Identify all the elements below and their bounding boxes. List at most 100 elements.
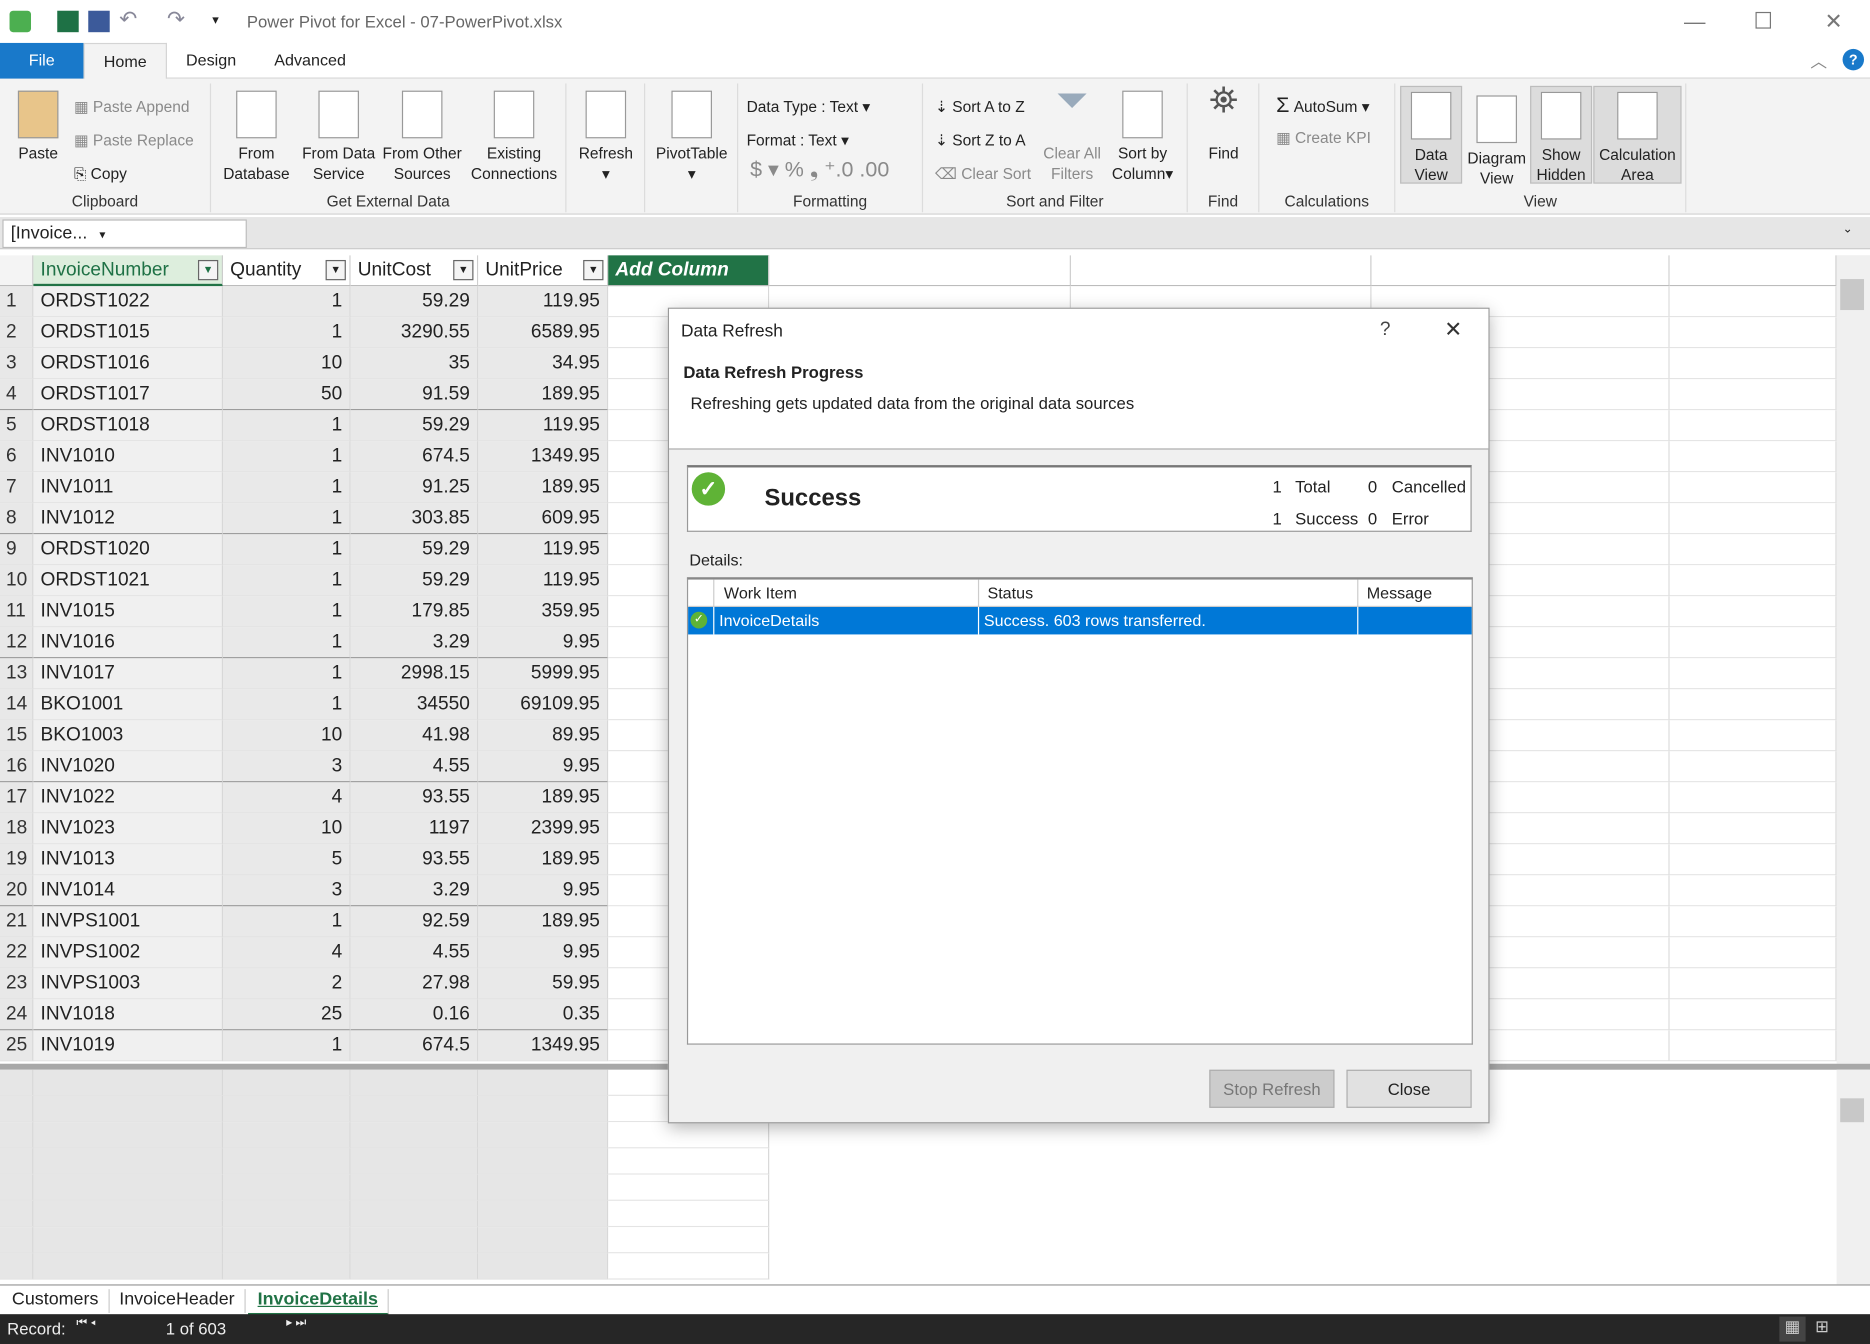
calc-cell[interactable] [0, 1148, 34, 1175]
row-number[interactable]: 7 [0, 472, 34, 504]
column-header[interactable]: InvoiceNumber ▼ [33, 255, 224, 287]
grid-cell[interactable]: INV1020 [33, 751, 224, 783]
row-number[interactable]: 17 [0, 782, 34, 814]
grid-cell[interactable]: 4 [223, 937, 351, 969]
paste-replace-button[interactable]: ▦ Paste Replace [74, 131, 194, 150]
sort-by-column-button[interactable]: Sort by Column▾ [1107, 90, 1179, 184]
close-window-button[interactable]: ✕ [1825, 10, 1843, 35]
calc-cell[interactable] [608, 1148, 770, 1175]
grid-cell[interactable]: 3.29 [350, 627, 479, 659]
name-box[interactable]: [Invoice... ▾ [2, 219, 247, 249]
grid-cell[interactable]: 9.95 [478, 937, 609, 969]
dialog-close-icon[interactable]: ✕ [1444, 317, 1462, 342]
diagram-view-button[interactable]: Diagram View [1465, 91, 1529, 189]
help-icon[interactable]: ? [1842, 48, 1865, 71]
tab-design[interactable]: Design [167, 43, 255, 79]
calc-cell[interactable] [0, 1095, 34, 1123]
calc-cell[interactable] [608, 1200, 770, 1228]
empty-cell[interactable] [1669, 379, 1837, 411]
grid-cell[interactable]: INV1018 [33, 999, 224, 1031]
calc-cell[interactable] [478, 1095, 609, 1123]
grid-cell[interactable]: 3 [223, 751, 351, 783]
calc-cell[interactable] [33, 1174, 224, 1201]
row-number[interactable]: 13 [0, 658, 34, 690]
grid-cell[interactable]: 1 [223, 1030, 351, 1062]
calc-cell[interactable] [350, 1095, 479, 1123]
grid-cell[interactable]: INVPS1002 [33, 937, 224, 969]
grid-cell[interactable]: INVPS1003 [33, 968, 224, 1000]
grid-cell[interactable]: 9.95 [478, 751, 609, 783]
grid-cell[interactable]: 59.29 [350, 534, 479, 566]
calc-cell[interactable] [478, 1069, 609, 1096]
calc-cell[interactable] [350, 1174, 479, 1201]
row-number[interactable]: 3 [0, 348, 34, 380]
calc-cell[interactable] [478, 1122, 609, 1149]
existing-connections-button[interactable]: Existing Connections [466, 90, 561, 184]
empty-cell[interactable] [1669, 472, 1837, 504]
stop-refresh-button[interactable]: Stop Refresh [1209, 1069, 1335, 1108]
grid-cell[interactable]: INV1015 [33, 596, 224, 628]
grid-cell[interactable]: 92.59 [350, 906, 479, 938]
grid-cell[interactable]: 5999.95 [478, 658, 609, 690]
grid-cell[interactable]: 0.35 [478, 999, 609, 1031]
paste-append-button[interactable]: ▦ Paste Append [74, 98, 190, 117]
grid-cell[interactable]: 3.29 [350, 875, 479, 907]
row-number[interactable]: 6 [0, 441, 34, 473]
grid-cell[interactable]: 9.95 [478, 627, 609, 659]
row-number[interactable]: 16 [0, 751, 34, 783]
grid-cell[interactable]: 119.95 [478, 534, 609, 566]
calc-cell[interactable] [608, 1174, 770, 1201]
calc-cell[interactable] [478, 1227, 609, 1254]
grid-cell[interactable]: INV1019 [33, 1030, 224, 1062]
first-record-button[interactable]: ⏮ ◂ [76, 1317, 95, 1330]
grid-cell[interactable]: 1 [223, 503, 351, 535]
calc-cell[interactable] [223, 1095, 351, 1123]
calc-cell[interactable] [608, 1227, 770, 1254]
empty-cell[interactable] [1669, 844, 1837, 876]
empty-cell[interactable] [1669, 534, 1837, 566]
redo-icon[interactable]: ↷ [167, 7, 185, 32]
grid-cell[interactable]: 10 [223, 720, 351, 752]
close-button[interactable]: Close [1346, 1069, 1472, 1108]
grid-cell[interactable]: ORDST1020 [33, 534, 224, 566]
grid-cell[interactable]: 4.55 [350, 937, 479, 969]
empty-cell[interactable] [1669, 906, 1837, 938]
calc-cell[interactable] [223, 1148, 351, 1175]
show-hidden-button[interactable]: Show Hidden [1530, 85, 1593, 184]
empty-cell[interactable] [1669, 627, 1837, 659]
row-number[interactable]: 23 [0, 968, 34, 1000]
empty-cell[interactable] [1669, 999, 1837, 1031]
row-number[interactable]: 19 [0, 844, 34, 876]
row-number[interactable]: 9 [0, 534, 34, 566]
customize-qat-icon[interactable]: ▾ [212, 12, 219, 27]
dialog-help-button[interactable]: ? [1380, 320, 1391, 341]
calc-cell[interactable] [478, 1200, 609, 1228]
row-number[interactable]: 2 [0, 317, 34, 349]
sheet-tab-invoiceheader[interactable]: InvoiceHeader [110, 1289, 246, 1313]
grid-cell[interactable]: 189.95 [478, 472, 609, 504]
sort-a-to-z-button[interactable]: ⇣ Sort A to Z [935, 98, 1025, 117]
empty-cell[interactable] [1669, 689, 1837, 721]
calc-cell[interactable] [0, 1174, 34, 1201]
undo-icon[interactable]: ↶ [119, 7, 137, 32]
row-number[interactable]: 8 [0, 503, 34, 535]
col-message[interactable]: Message [1357, 579, 1471, 608]
calc-cell[interactable] [350, 1253, 479, 1280]
grid-cell[interactable]: INV1023 [33, 813, 224, 845]
empty-cell[interactable] [1669, 658, 1837, 690]
calc-cell[interactable] [33, 1227, 224, 1254]
grid-cell[interactable]: 27.98 [350, 968, 479, 1000]
calc-area-scrollbar[interactable] [1836, 1069, 1870, 1285]
grid-cell[interactable]: ORDST1018 [33, 410, 224, 442]
grid-cell[interactable]: 93.55 [350, 782, 479, 814]
grid-cell[interactable]: 1 [223, 534, 351, 566]
grid-cell[interactable]: 59.29 [350, 410, 479, 442]
grid-cell[interactable]: 34550 [350, 689, 479, 721]
grid-cell[interactable]: 189.95 [478, 379, 609, 411]
calc-cell[interactable] [223, 1174, 351, 1201]
autosum-button[interactable]: Σ AutoSum ▾ [1276, 93, 1369, 118]
filter-dropdown-icon[interactable]: ▼ [325, 259, 346, 281]
calc-cell[interactable] [223, 1122, 351, 1149]
col-work-item[interactable]: Work Item [713, 579, 978, 608]
grid-cell[interactable]: 93.55 [350, 844, 479, 876]
